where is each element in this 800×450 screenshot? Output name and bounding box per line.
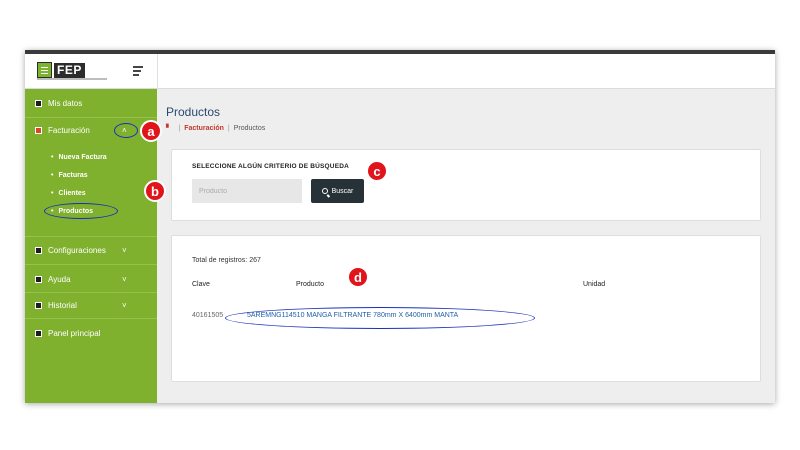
chevron-down-icon[interactable]: ˅ [122,246,127,255]
total-records: Total de registros: 267 [192,257,261,264]
history-icon [35,301,42,309]
sidebar-item-label: Mis datos [48,98,83,108]
product-search-input[interactable] [192,179,302,203]
divider [25,318,157,319]
menu-toggle-icon[interactable] [133,66,143,78]
sidebar: Mis datos Facturación ˄ Nueva Factura Fa… [25,89,157,403]
chevron-down-icon[interactable]: ˅ [122,275,127,284]
page-title: Productos [166,105,221,119]
search-button-label: Buscar [331,187,354,195]
gear-icon [35,246,42,254]
divider [25,264,157,265]
sidebar-item-configuraciones[interactable]: Configuraciones ˅ [25,238,157,262]
annotation-badge-c: c [366,160,388,182]
sidebar-subitem-nueva-factura[interactable]: Nueva Factura [51,154,106,161]
highlight-ring-productos [44,203,118,219]
dashboard-icon [35,329,42,337]
app-window: FEP Mis datos Facturación ˄ Nueva Factur… [25,50,775,403]
user-icon [35,99,42,107]
highlight-ring-product-row [225,307,535,329]
breadcrumb: ▘ | Facturación | Productos [166,124,266,133]
search-icon [321,188,328,194]
logo-text: FEP [54,62,85,78]
main-content: Productos ▘ | Facturación | Productos SE… [158,89,775,403]
app-logo[interactable]: FEP [37,62,85,78]
column-header-producto: Producto [296,281,325,288]
document-icon [37,62,52,78]
sidebar-subitem-facturas[interactable]: Facturas [51,172,87,179]
sidebar-item-ayuda[interactable]: Ayuda ˅ [25,267,157,291]
home-icon[interactable]: ▘ [166,124,171,132]
help-icon [35,275,42,283]
annotation-badge-a: a [140,120,162,142]
search-heading: SELECCIONE ALGÚN CRITERIO DE BÚSQUEDA [192,163,350,170]
sidebar-item-label: Ayuda [48,274,71,284]
logo-tagline [37,78,107,80]
sidebar-subitem-clientes[interactable]: Clientes [51,190,85,197]
sidebar-item-historial[interactable]: Historial ˅ [25,293,157,317]
sidebar-item-panel-principal[interactable]: Panel principal [25,321,157,345]
table-cell-clave: 40161505 [192,312,224,319]
column-header-unidad: Unidad [583,281,606,288]
search-card: SELECCIONE ALGÚN CRITERIO DE BÚSQUEDA Bu… [171,149,761,221]
annotation-badge-d: d [347,266,369,288]
column-header-clave: Clave [192,281,210,288]
top-header: FEP [25,54,775,89]
sidebar-item-label: Panel principal [48,328,101,338]
divider [25,236,157,237]
sidebar-item-label: Configuraciones [48,245,106,255]
highlight-ring-chevron [114,123,138,138]
annotation-badge-b: b [144,180,166,202]
breadcrumb-facturacion[interactable]: Facturación [184,125,224,132]
sidebar-item-mis-datos[interactable]: Mis datos [25,91,157,115]
breadcrumb-current: Productos [233,124,266,132]
invoice-icon [35,126,42,134]
search-button[interactable]: Buscar [311,179,364,203]
sidebar-item-label: Historial [48,300,77,310]
chevron-down-icon[interactable]: ˅ [122,301,127,310]
sidebar-item-label: Facturación [48,125,90,135]
logo-area: FEP [25,54,158,88]
